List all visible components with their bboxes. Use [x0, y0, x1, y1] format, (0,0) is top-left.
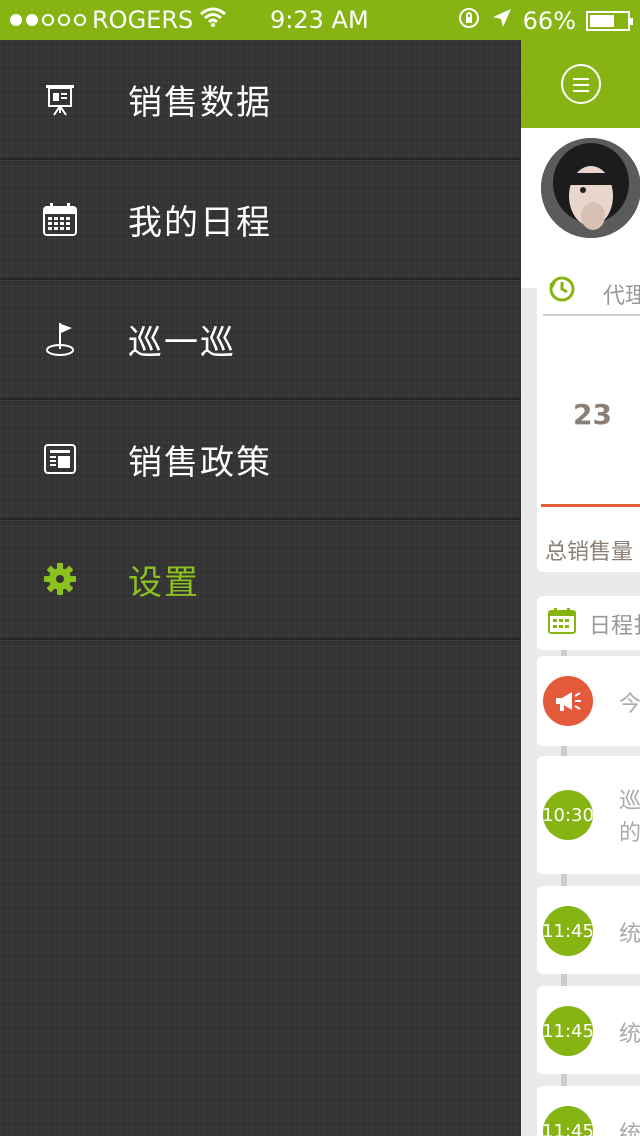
schedule-text: 巡 的 — [619, 789, 640, 846]
flag-icon — [40, 319, 80, 359]
progress-line — [541, 504, 640, 507]
menu-item-label: 我的日程 — [128, 202, 272, 243]
schedule-text: 统 — [619, 1122, 640, 1136]
calendar-icon — [547, 606, 577, 640]
status-time: 9:23 AM — [270, 6, 369, 34]
schedule-item[interactable]: 今 — [537, 656, 640, 746]
avatar[interactable] — [541, 138, 640, 238]
menu-item-settings[interactable]: 设置 — [0, 520, 521, 640]
schedule-text: 统 — [619, 1022, 640, 1047]
menu-item-my-schedule[interactable]: 我的日程 — [0, 160, 521, 280]
time-label: 11:45 — [542, 1120, 594, 1136]
menu-item-sales-data[interactable]: 销售数据 — [0, 40, 521, 160]
presentation-board-icon — [40, 79, 80, 119]
header-bar — [521, 40, 640, 128]
location-arrow-icon — [491, 7, 513, 35]
schedule-text: 今 — [619, 692, 640, 717]
rotation-lock-icon — [457, 6, 481, 36]
total-sales-label: 总销售量 — [545, 540, 634, 565]
schedule-card-header[interactable]: 日程扌 — [537, 596, 640, 650]
card-title: 日程扌 — [589, 614, 640, 639]
calendar-icon — [40, 199, 80, 239]
schedule-item[interactable]: 11:45 统 — [537, 986, 640, 1074]
schedule-item[interactable]: 11:45 统 — [537, 1086, 640, 1136]
battery-percent: 66% — [522, 7, 576, 35]
schedule-item[interactable]: 11:45 统 — [537, 886, 640, 974]
agent-sales-card[interactable]: 代理铂 23 总销售量 — [537, 264, 640, 572]
menu-item-label: 销售数据 — [128, 82, 272, 123]
menu-item-label: 巡一巡 — [128, 322, 236, 363]
main-content-peek: 代理铂 23 总销售量 日程扌 今 10:30 巡 的 11:45 统 11:4… — [521, 40, 640, 1136]
status-bar: ROGERS 9:23 AM 66% — [0, 0, 640, 40]
sales-number: 23 — [573, 398, 612, 431]
time-badge: 10:30 — [542, 790, 594, 840]
menu-item-patrol[interactable]: 巡一巡 — [0, 280, 521, 400]
divider — [543, 314, 640, 316]
wifi-icon — [199, 6, 227, 34]
time-label: 10:30 — [542, 804, 594, 826]
megaphone-icon — [543, 676, 593, 726]
time-badge: 11:45 — [542, 1006, 594, 1056]
signal-strength-icon — [10, 14, 86, 26]
menu-item-sales-policy[interactable]: 销售政策 — [0, 400, 521, 520]
menu-toggle-button[interactable] — [561, 64, 601, 104]
schedule-item[interactable]: 10:30 巡 的 — [537, 756, 640, 874]
battery-icon — [586, 11, 633, 31]
document-icon — [40, 439, 80, 479]
carrier-label: ROGERS — [92, 6, 194, 34]
schedule-text: 统 — [619, 922, 640, 947]
history-icon — [547, 274, 577, 308]
time-label: 11:45 — [542, 1020, 594, 1042]
time-label: 11:45 — [542, 920, 594, 942]
menu-item-label: 设置 — [128, 562, 200, 603]
menu-item-label: 销售政策 — [128, 442, 272, 483]
gear-icon — [40, 559, 80, 599]
card-title: 代理铂 — [603, 284, 640, 309]
side-menu: 销售数据 我的日程 巡一巡 销售政策 设置 — [0, 40, 521, 1136]
time-badge: 11:45 — [542, 1106, 594, 1136]
time-badge: 11:45 — [542, 906, 594, 956]
